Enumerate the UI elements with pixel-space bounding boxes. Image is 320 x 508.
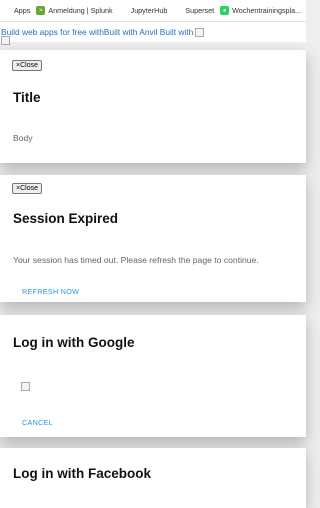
modal-facebook-login: Log in with Facebook — [0, 448, 306, 508]
anvil-banner: Build web apps for free withBuilt with A… — [0, 22, 306, 42]
bookmark-apps[interactable]: ⋮⋮ Apps — [0, 6, 31, 15]
close-button[interactable]: ×Close — [12, 60, 42, 71]
cancel-button[interactable]: CANCEL — [22, 418, 53, 427]
bookmark-label: Anmeldung | Splunk — [48, 6, 113, 15]
close-button[interactable]: ×Close — [12, 183, 42, 194]
banner-image-row — [1, 32, 10, 50]
modal-title: Session Expired — [13, 211, 119, 226]
superset-icon: ∞ — [175, 7, 180, 14]
bookmark-wochentraining[interactable]: ● Wochentrainingspla... — [220, 6, 301, 15]
bookmark-label: Wochentrainingspla... — [232, 6, 302, 15]
jupyter-icon: ◔ — [121, 7, 125, 14]
splunk-icon: > — [36, 6, 46, 15]
anvil-banner-link[interactable]: Build web apps for free withBuilt with A… — [1, 27, 193, 37]
whatsapp-icon: ● — [220, 6, 230, 15]
modal-generic: ×Close Title Body — [0, 50, 306, 163]
apps-grid-icon: ⋮⋮ — [0, 7, 13, 14]
modal-session-expired: ×Close Session Expired Your session has … — [0, 175, 306, 302]
modal-title: Log in with Google — [13, 335, 135, 350]
bookmarks-bar: ⋮⋮ Apps > Anmeldung | Splunk ◔ JupyterHu… — [0, 0, 306, 22]
modal-title: Log in with Facebook — [13, 466, 151, 481]
modal-body: Body — [13, 133, 33, 143]
bookmark-splunk[interactable]: > Anmeldung | Splunk — [36, 6, 113, 15]
modal-body: Your session has timed out. Please refre… — [13, 255, 259, 265]
bookmark-jupyterhub[interactable]: ◔ JupyterHub — [119, 6, 168, 15]
broken-image-icon — [195, 27, 205, 37]
broken-image-icon — [21, 382, 30, 391]
modal-google-login: Log in with Google CANCEL — [0, 315, 306, 437]
bookmark-label: Apps — [14, 6, 31, 15]
bookmark-superset[interactable]: ∞ Superset — [173, 6, 214, 15]
refresh-now-button[interactable]: REFRESH NOW — [22, 287, 79, 296]
bookmark-label: Superset — [185, 6, 215, 15]
modal-title: Title — [13, 90, 41, 105]
broken-image-icon — [1, 36, 10, 46]
bookmark-label: JupyterHub — [130, 6, 168, 15]
